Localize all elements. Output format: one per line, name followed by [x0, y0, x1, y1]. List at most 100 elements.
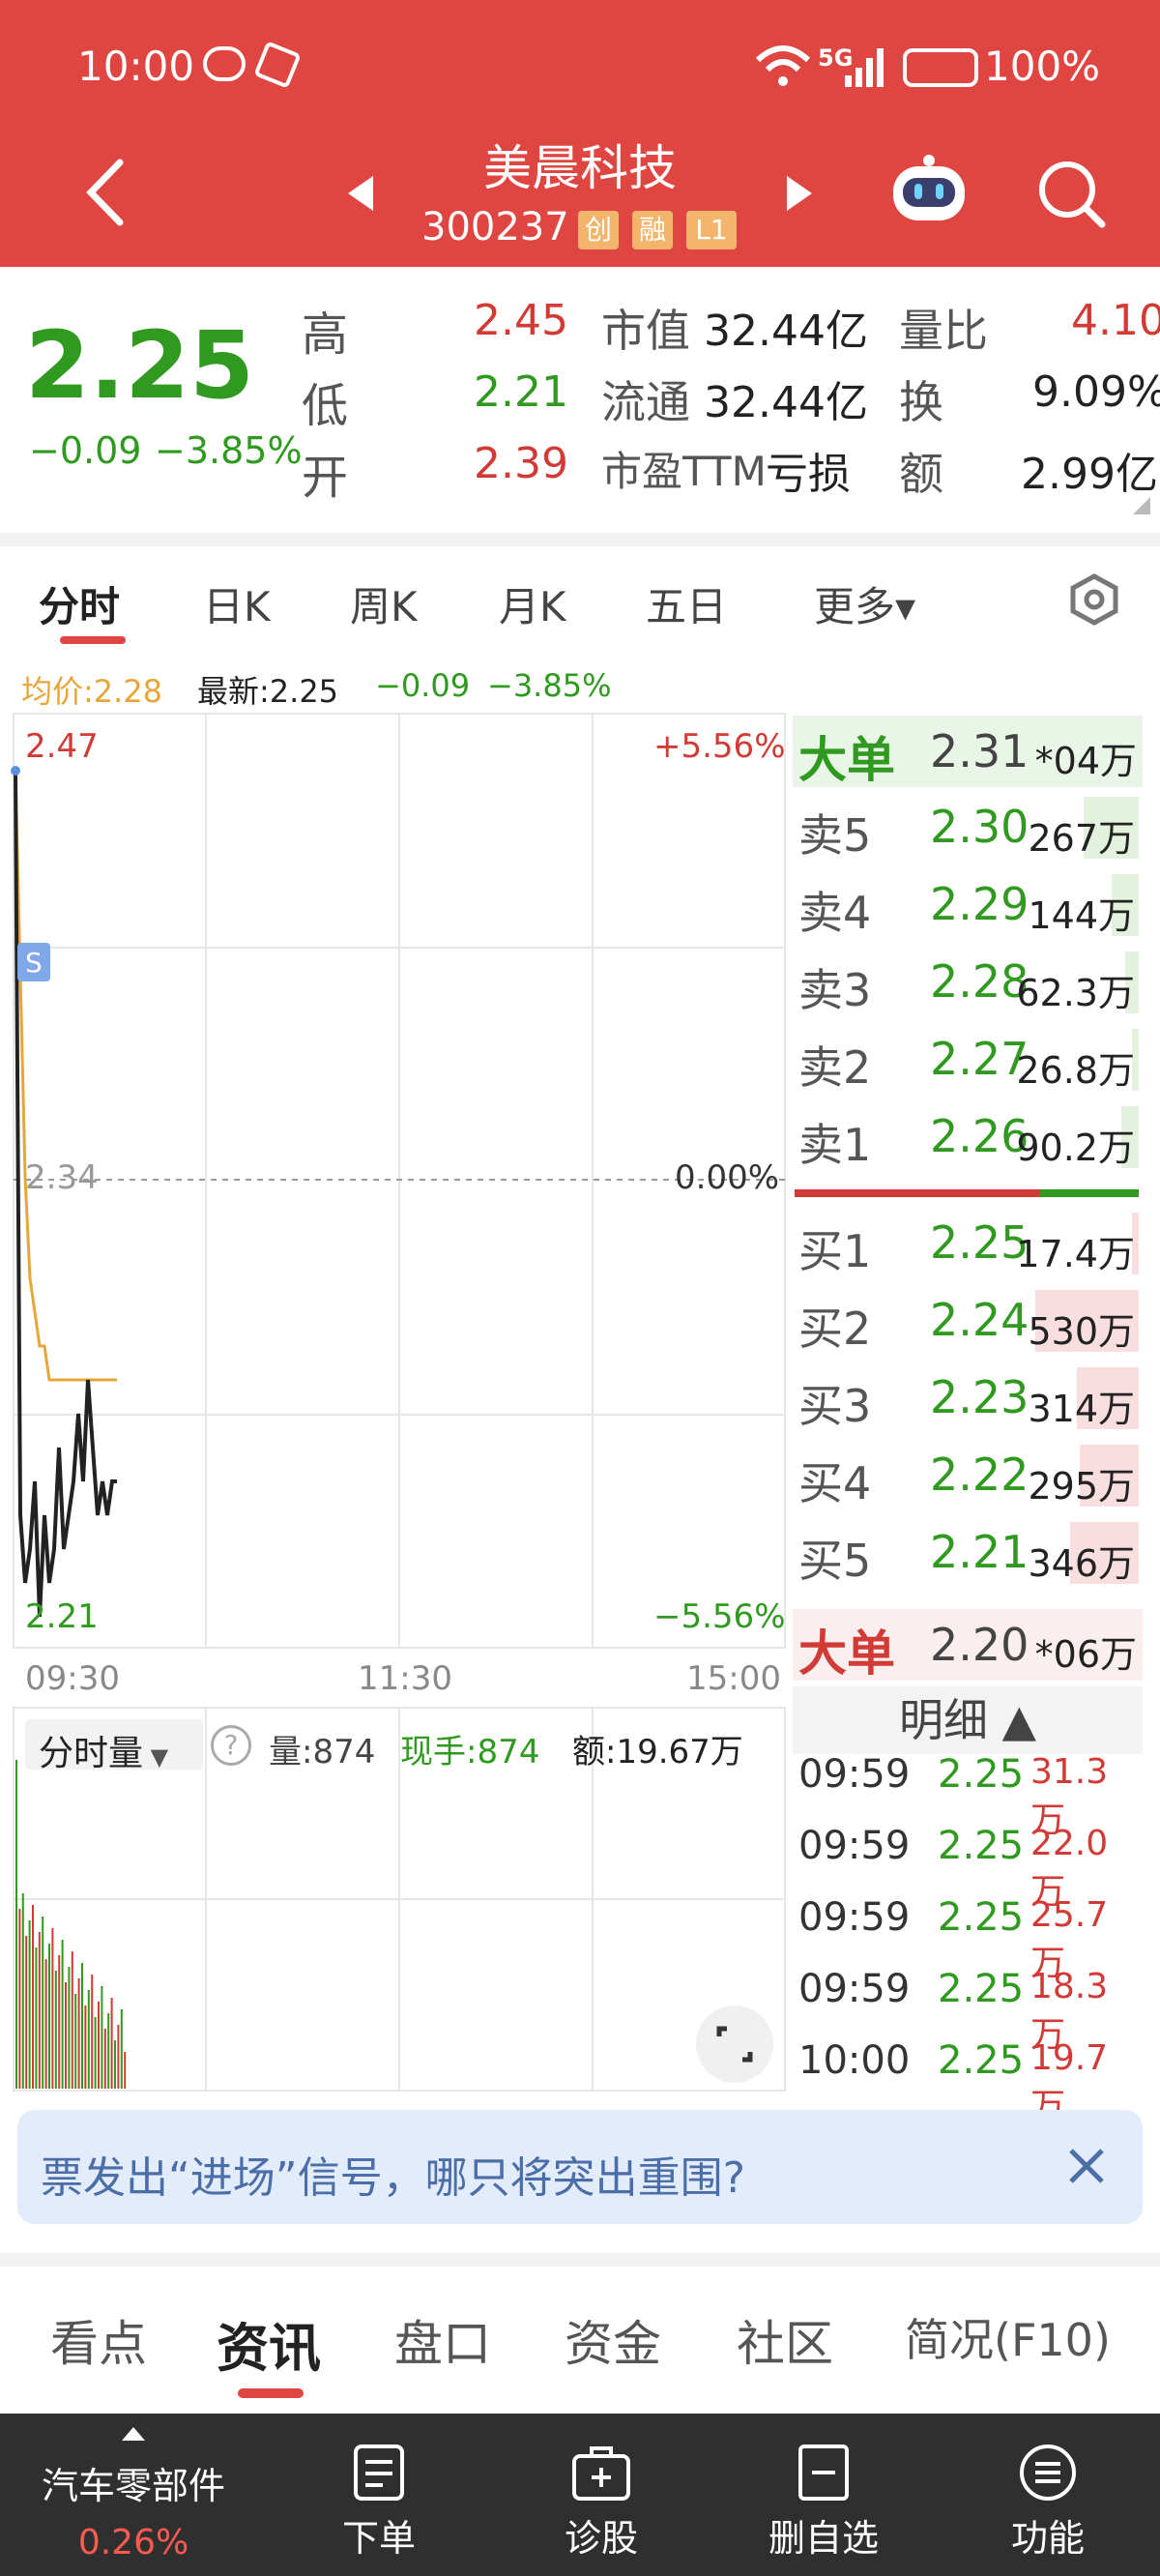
robot-assistant-icon[interactable]: [887, 153, 971, 224]
time-start-label: 09:30: [25, 1659, 120, 1698]
intraday-chart[interactable]: S: [0, 0, 793, 2127]
ask-price: 2.27: [930, 1033, 1030, 1085]
volume-bar: [114, 2040, 116, 2089]
bid-level[interactable]: 买2 2.24 530万: [795, 1284, 1139, 1360]
ask-price: 2.30: [930, 801, 1030, 853]
ask-level[interactable]: 卖3 2.28 62.3万: [795, 946, 1139, 1021]
big-ask-row: 大单 2.31 *04万: [793, 716, 1143, 788]
bid-volume: 346万: [1028, 1542, 1135, 1585]
big-bid-row: 大单 2.20 *06万: [793, 1609, 1143, 1682]
volume-bar: [74, 1994, 77, 2089]
bid-volume: 295万: [1028, 1465, 1135, 1508]
big-ask-price: 2.31: [930, 725, 1030, 777]
function-button[interactable]: 功能: [971, 2443, 1125, 2561]
tab-community[interactable]: 社区: [737, 2305, 833, 2375]
menu-icon: [1020, 2444, 1076, 2501]
ask-volume: 62.3万: [1016, 972, 1135, 1014]
volume-bar: [77, 1978, 80, 2089]
volume-bar: [87, 1990, 90, 2089]
remove-watchlist-button[interactable]: 删自选: [746, 2443, 901, 2561]
ask-level[interactable]: 卖5 2.30 267万: [795, 791, 1139, 866]
time-mid-label: 11:30: [358, 1659, 452, 1698]
tab-funds[interactable]: 资金: [565, 2305, 661, 2375]
volume-bar: [35, 1947, 38, 2089]
ask-label: 卖1: [798, 1119, 872, 1171]
y-bottom-label: 2.21: [25, 1597, 99, 1636]
bid-level[interactable]: 买1 2.25 17.4万: [795, 1207, 1139, 1282]
info-tabs: 看点 资讯 盘口 资金 社区 简况(F10): [0, 2267, 1160, 2398]
tick-row: 09:59 2.25 31.3万: [795, 1752, 1143, 1840]
volume-ratio-value: 4.10: [1071, 296, 1160, 345]
ask-label: 卖4: [798, 887, 872, 939]
ask-price: 2.29: [930, 878, 1030, 930]
ticks-header[interactable]: 明细 ▲: [793, 1686, 1143, 1754]
signal-icon: [845, 48, 884, 87]
volume-bars: [15, 1760, 127, 2089]
settings-icon[interactable]: [1067, 572, 1121, 627]
ask-label: 卖5: [798, 809, 872, 862]
volume-amount: 额:19.67万: [572, 1733, 743, 1771]
tab-more[interactable]: 更多▾: [814, 574, 915, 633]
y-top-label: 2.47: [25, 727, 99, 766]
volume-bar: [44, 1959, 47, 2089]
ask-bid-ratio-sell: [795, 1189, 1040, 1197]
bid-level[interactable]: 买4 2.22 295万: [795, 1439, 1139, 1514]
volume-indicator-select[interactable]: 分时量 ▼: [25, 1719, 203, 1773]
close-icon[interactable]: [1065, 2145, 1108, 2187]
tick-price: 2.25: [938, 2038, 1025, 2083]
search-icon[interactable]: [1036, 159, 1108, 230]
volume-bar: [98, 2002, 100, 2089]
divider: [0, 2253, 1160, 2267]
volume-bar: [124, 2052, 127, 2089]
bid-level[interactable]: 买3 2.23 314万: [795, 1361, 1139, 1437]
bid-label: 买4: [798, 1457, 872, 1509]
expand-corner-icon[interactable]: [1131, 495, 1152, 516]
order-button[interactable]: 下单: [302, 2443, 456, 2561]
ask-label: 卖3: [798, 964, 872, 1016]
volume-bar: [54, 1971, 57, 2089]
volume-bar: [51, 1928, 54, 2089]
bottom-nav: 汽车零部件 0.26% 下单 诊股 删自选 功能: [0, 2414, 1160, 2576]
bid-price: 2.24: [930, 1294, 1030, 1346]
promo-banner[interactable]: 票发出“进场”信号，哪只将突出重围?: [17, 2110, 1143, 2224]
caret-up-icon: [122, 2427, 145, 2441]
big-ask-label: 大单: [798, 732, 895, 788]
tab-highlights[interactable]: 看点: [50, 2305, 147, 2375]
volume-bar: [71, 1951, 73, 2089]
time-end-label: 15:00: [686, 1659, 781, 1698]
volume-bar: [120, 2009, 123, 2089]
help-icon[interactable]: ?: [211, 1725, 251, 1766]
battery-icon: [903, 48, 978, 87]
bid-level[interactable]: 买5 2.21 346万: [795, 1516, 1139, 1592]
diagnose-button[interactable]: 诊股: [524, 2443, 679, 2561]
volume-bar: [101, 1986, 103, 2089]
turnover-value: 9.09%: [1032, 367, 1160, 417]
bid-price: 2.22: [930, 1449, 1030, 1501]
tab-profile-f10[interactable]: 简况(F10): [905, 2305, 1111, 2369]
diagnose-label: 诊股: [564, 2517, 638, 2560]
tick-time: 10:00: [798, 2038, 911, 2083]
amount-value: 2.99亿: [1021, 450, 1158, 499]
pct-bottom-label: −5.56%: [653, 1597, 786, 1636]
sector-button[interactable]: 汽车零部件 0.26%: [29, 2456, 238, 2562]
tab-handicap[interactable]: 盘口: [394, 2305, 491, 2375]
tick-time: 09:59: [798, 1752, 911, 1797]
tab-news[interactable]: 资讯: [217, 2305, 321, 2382]
bid-price: 2.23: [930, 1371, 1030, 1423]
fullscreen-button[interactable]: [696, 2005, 773, 2083]
ask-bid-ratio-buy: [1040, 1189, 1139, 1197]
info-tab-indicator: [238, 2388, 304, 2398]
ask-level[interactable]: 卖1 2.26 90.2万: [795, 1100, 1139, 1176]
ask-level[interactable]: 卖4 2.29 144万: [795, 868, 1139, 944]
volume-bar: [68, 1967, 71, 2089]
volume-bar: [84, 2005, 87, 2089]
volume-ratio-label: 量比: [899, 305, 988, 357]
signal-s-text: S: [25, 947, 43, 979]
volume-bar: [91, 1975, 94, 2089]
volume-bar: [28, 1920, 31, 2089]
remove-icon: [798, 2444, 849, 2501]
ask-level[interactable]: 卖2 2.27 26.8万: [795, 1023, 1139, 1098]
tick-row: 09:59 2.25 18.3万: [795, 1967, 1143, 2055]
ask-price: 2.26: [930, 1110, 1030, 1162]
tick-price: 2.25: [938, 1824, 1025, 1868]
